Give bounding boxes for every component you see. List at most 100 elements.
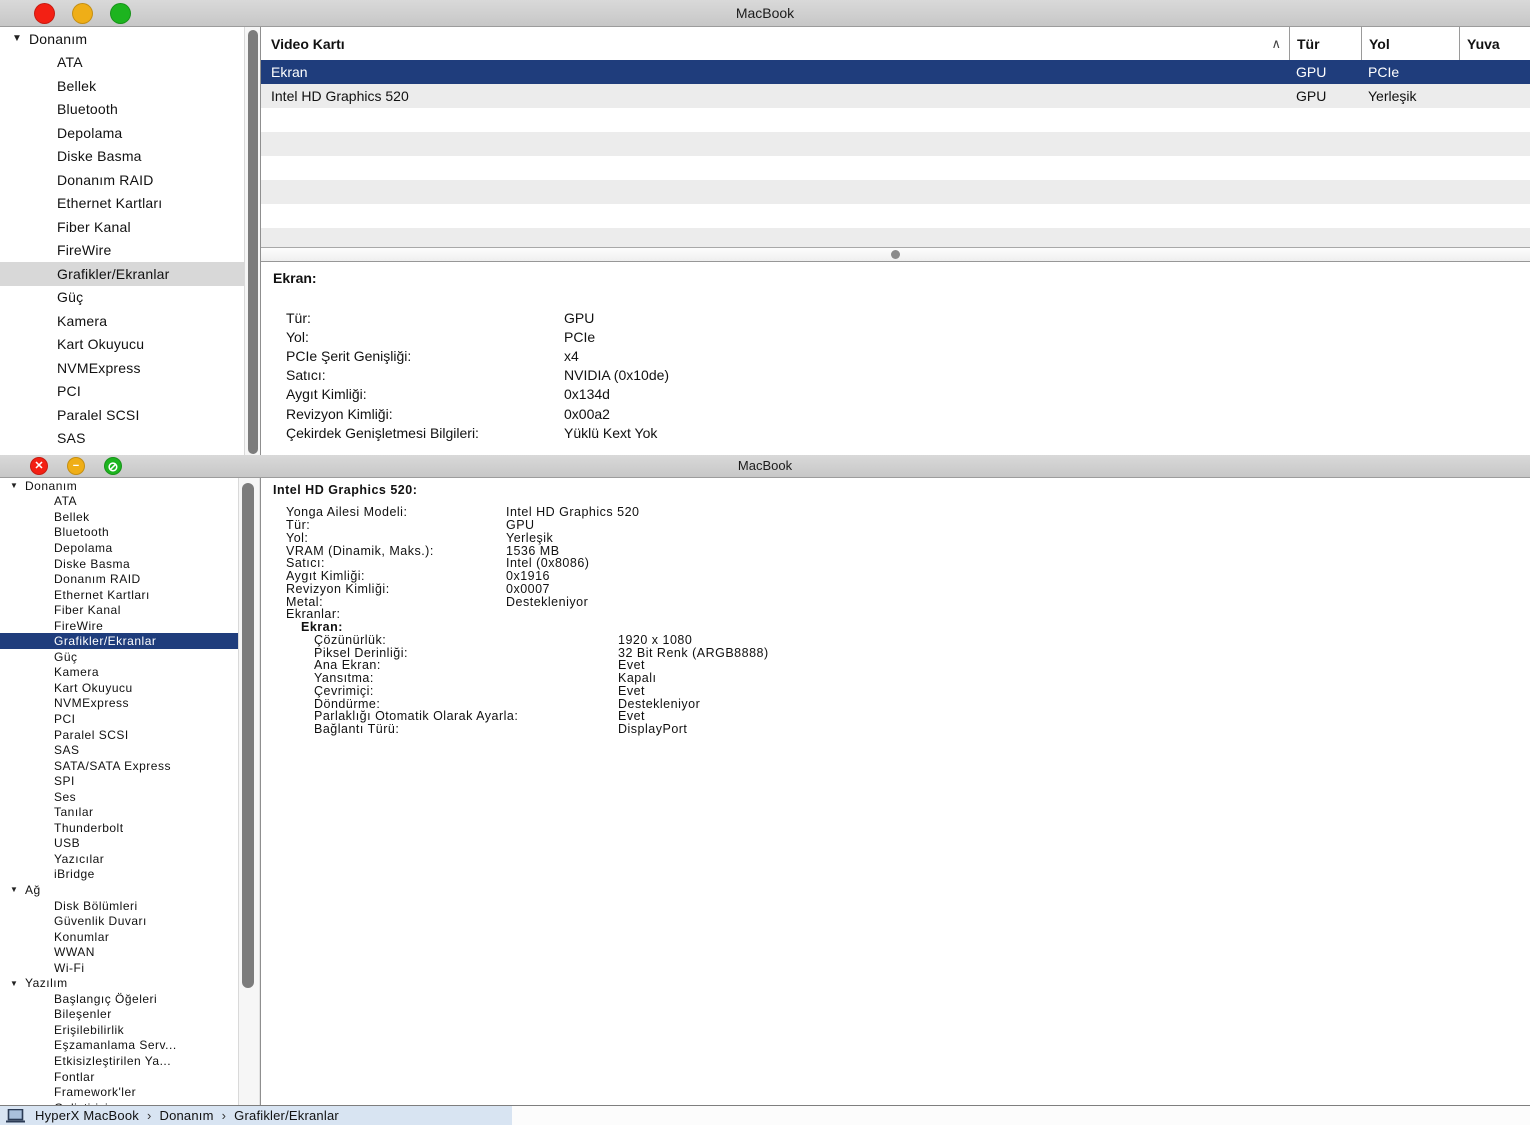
detail-field: Yol:Yerleşik [261, 532, 1530, 545]
sidebar-item-label: Tanılar [54, 805, 94, 819]
titlebar[interactable]: MacBook [0, 0, 1530, 27]
disclosure-triangle-icon[interactable]: ▼ [10, 885, 25, 894]
sidebar-scrollbar[interactable] [238, 478, 260, 1105]
sidebar-item-nvmexpress[interactable]: NVMExpress [0, 696, 238, 712]
sidebar-item-bellek[interactable]: Bellek [0, 74, 244, 98]
column-header-tur[interactable]: Tür [1289, 27, 1361, 60]
sidebar-item-güç[interactable]: Güç [0, 649, 238, 665]
detail-field: Bağlantı Türü:DisplayPort [261, 723, 1530, 736]
sidebar-item-güç[interactable]: Güç [0, 286, 244, 310]
sidebar-item-bellek[interactable]: Bellek [0, 509, 238, 525]
sidebar-item-grafikler-ekranlar[interactable]: Grafikler/Ekranlar [0, 633, 238, 649]
sidebar-item-bluetooth[interactable]: Bluetooth [0, 525, 238, 541]
disclosure-triangle-icon[interactable]: ▼ [12, 33, 29, 44]
sidebar-item-ibridge[interactable]: iBridge [0, 867, 238, 883]
sidebar-section-ağ[interactable]: ▼Ağ [0, 882, 238, 898]
sidebar-item-label: Kamera [54, 665, 99, 679]
table-row-empty [261, 108, 1530, 132]
sidebar-item-paralel-scsi[interactable]: Paralel SCSI [0, 727, 238, 743]
sidebar-item-ata[interactable]: ATA [0, 51, 244, 75]
sidebar-item-label: SATA/SATA Express [54, 759, 171, 773]
scrollbar-thumb[interactable] [248, 30, 258, 454]
sidebar-item-fiber-kanal[interactable]: Fiber Kanal [0, 602, 238, 618]
sidebar-item-etkisizleştirilen-ya[interactable]: Etkisizleştirilen Ya... [0, 1053, 238, 1069]
splitter-handle-icon[interactable] [891, 250, 900, 259]
sidebar-item-kamera[interactable]: Kamera [0, 309, 244, 333]
sidebar-item-tanılar[interactable]: Tanılar [0, 804, 238, 820]
sidebar-item-ata[interactable]: ATA [0, 494, 238, 510]
sidebar-item-label: Eşzamanlama Serv... [54, 1038, 177, 1052]
sidebar-item-ses[interactable]: Ses [0, 789, 238, 805]
sidebar-item-depolama[interactable]: Depolama [0, 540, 238, 556]
sidebar-item-label: Konumlar [54, 930, 109, 944]
sidebar-item-grafikler-ekranlar[interactable]: Grafikler/Ekranlar [0, 262, 244, 286]
sidebar-item-depolama[interactable]: Depolama [0, 121, 244, 145]
cell-tur: GPU [1296, 84, 1326, 108]
sidebar-item-ethernet-kartları[interactable]: Ethernet Kartları [0, 587, 238, 603]
disclosure-triangle-icon[interactable]: ▼ [10, 979, 25, 988]
sidebar-item-donanım-raid[interactable]: Donanım RAID [0, 168, 244, 192]
sidebar-section-donanım[interactable]: ▼Donanım [0, 478, 238, 494]
sidebar-item-sata-sata-express[interactable]: SATA/SATA Express [0, 758, 238, 774]
sidebar-item-kart-okuyucu[interactable]: Kart Okuyucu [0, 333, 244, 357]
sidebar-item-diske-basma[interactable]: Diske Basma [0, 556, 238, 572]
sidebar-item-firewire[interactable]: FireWire [0, 618, 238, 634]
sidebar-item-kamera[interactable]: Kamera [0, 665, 238, 681]
disclosure-triangle-icon[interactable]: ▼ [10, 481, 25, 490]
column-header-yol[interactable]: Yol [1361, 27, 1459, 60]
detail-field: Revizyon Kimliği:0x00a2 [261, 404, 1530, 423]
sidebar-item-ethernet-kartları[interactable]: Ethernet Kartları [0, 192, 244, 216]
sidebar-item-bileşenler[interactable]: Bileşenler [0, 1007, 238, 1023]
pane-splitter[interactable] [261, 247, 1530, 262]
sidebar-item-yazıcılar[interactable]: Yazıcılar [0, 851, 238, 867]
column-header-yuva[interactable]: Yuva [1459, 27, 1530, 60]
cell-video-karti: Intel HD Graphics 520 [271, 84, 409, 108]
sidebar-item-konumlar[interactable]: Konumlar [0, 929, 238, 945]
sidebar-item-wwan[interactable]: WWAN [0, 944, 238, 960]
sidebar-item-label: Kart Okuyucu [57, 336, 144, 352]
detail-field: Tür:GPU [261, 519, 1530, 532]
detail-field: VRAM (Dinamik, Maks.):1536 MB [261, 544, 1530, 557]
sidebar-item-disk-bölümleri[interactable]: Disk Bölümleri [0, 898, 238, 914]
sidebar-item-sas[interactable]: SAS [0, 742, 238, 758]
display-fields: Çözünürlük:1920 x 1080Piksel Derinliği:3… [261, 634, 1530, 736]
sidebar-item-erişilebilirlik[interactable]: Erişilebilirlik [0, 1022, 238, 1038]
sidebar-section-yazılım[interactable]: ▼Yazılım [0, 976, 238, 992]
sidebar-item-donanım-raid[interactable]: Donanım RAID [0, 571, 238, 587]
sidebar-item-label: Başlangıç Öğeleri [54, 992, 157, 1006]
sidebar-item-paralel-scsi[interactable]: Paralel SCSI [0, 403, 244, 427]
sidebar-item-pci[interactable]: PCI [0, 711, 238, 727]
scrollbar-thumb[interactable] [242, 483, 254, 988]
sidebar-item-kart-okuyucu[interactable]: Kart Okuyucu [0, 680, 238, 696]
sidebar-item-label: Bluetooth [57, 101, 118, 117]
detail-fields: Tür:GPUYol:PCIePCIe Şerit Genişliği:x4Sa… [261, 308, 1530, 442]
sidebar-item-başlangıç-öğeleri[interactable]: Başlangıç Öğeleri [0, 991, 238, 1007]
cell-yol: Yerleşik [1368, 84, 1417, 108]
sidebar-item-spi[interactable]: SPI [0, 773, 238, 789]
sidebar-item-diske-basma[interactable]: Diske Basma [0, 145, 244, 169]
sidebar-item-label: Donanım RAID [57, 172, 154, 188]
sidebar-item-framework-ler[interactable]: Framework'ler [0, 1084, 238, 1100]
sidebar-item-label: Kamera [57, 313, 107, 329]
sidebar-scrollbar[interactable] [244, 27, 260, 462]
column-header-video-karti[interactable]: Video Kartı ∧ [261, 27, 1289, 60]
sidebar-item-bluetooth[interactable]: Bluetooth [0, 98, 244, 122]
sidebar-item-thunderbolt[interactable]: Thunderbolt [0, 820, 238, 836]
sidebar-item-fiber-kanal[interactable]: Fiber Kanal [0, 215, 244, 239]
sidebar-item-usb[interactable]: USB [0, 836, 238, 852]
detail-field: Çekirdek Genişletmesi Bilgileri:Yüklü Ke… [261, 423, 1530, 442]
sidebar-item-eşzamanlama-serv[interactable]: Eşzamanlama Serv... [0, 1038, 238, 1054]
sidebar-item-nvmexpress[interactable]: NVMExpress [0, 356, 244, 380]
sidebar-item-fontlar[interactable]: Fontlar [0, 1069, 238, 1085]
sidebar-item-wi-fi[interactable]: Wi-Fi [0, 960, 238, 976]
table-row-intel-hd-graphics-520[interactable]: Intel HD Graphics 520 GPU Yerleşik [261, 84, 1530, 108]
sidebar-section-donanım[interactable]: ▼Donanım [0, 27, 244, 51]
sidebar-item-pci[interactable]: PCI [0, 380, 244, 404]
titlebar[interactable]: ✕ − ⊘ MacBook [0, 455, 1530, 478]
table-row-ekran[interactable]: EkranGPUPCIe [261, 60, 1530, 84]
sidebar-item-label: Bellek [54, 510, 90, 524]
category-sidebar: ▼DonanımATABellekBluetoothDepolamaDiske … [0, 478, 238, 1105]
sidebar-item-sas[interactable]: SAS [0, 427, 244, 451]
sidebar-item-güvenlik-duvarı[interactable]: Güvenlik Duvarı [0, 913, 238, 929]
sidebar-item-firewire[interactable]: FireWire [0, 239, 244, 263]
